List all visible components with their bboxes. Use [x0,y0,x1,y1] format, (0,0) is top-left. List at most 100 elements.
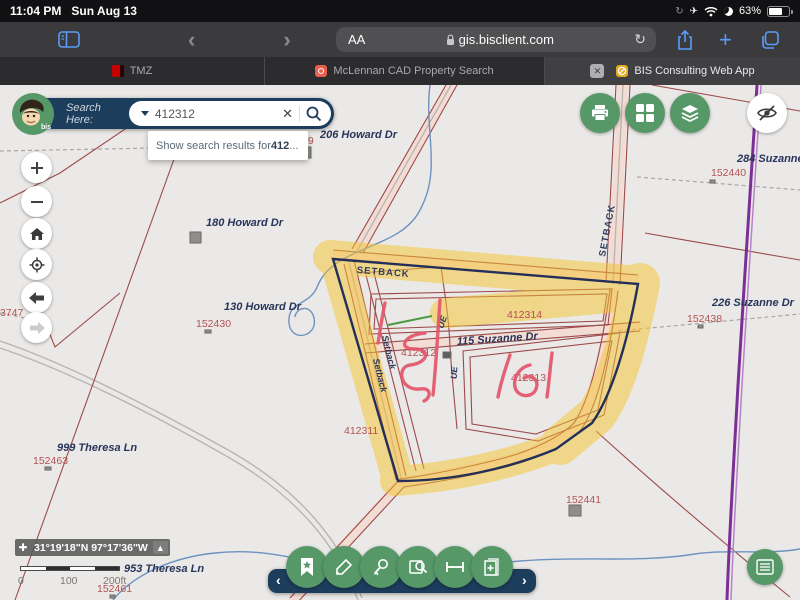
lock-icon [446,34,455,46]
tab-bis-app[interactable]: ✕ BIS Consulting Web App [545,57,800,85]
bookmark-star-icon [299,557,315,577]
grid-icon [636,104,654,122]
street-label: 180 Howard Dr [206,217,284,229]
new-tab-button[interactable]: + [719,27,732,53]
home-button[interactable] [21,218,52,249]
next-extent-button[interactable] [21,312,52,343]
home-icon [29,227,45,241]
tab-tmz[interactable]: TMZ [0,57,265,85]
search-features-icon [371,557,391,577]
tab-label: BIS Consulting Web App [634,65,754,77]
sidebar-icon[interactable] [58,31,80,48]
layers-button[interactable] [670,93,710,133]
back-arrow-icon [29,292,45,304]
street-label: 284 Suzanne D [736,153,800,165]
search-document-icon [408,557,428,577]
tab-label: TMZ [130,65,153,77]
layers-icon [680,103,700,123]
divider [299,106,300,122]
search-input[interactable] [155,107,250,121]
collapse-chevron-icon[interactable]: ▲ [153,541,168,554]
coordinate-bar: ✚ 31°19'18"N 97°17'36"W ▲ [15,539,170,556]
crosshair-icon: ✚ [15,542,31,554]
parcel-label: 152441 [566,494,601,506]
reader-aa-button[interactable]: AA [348,32,365,47]
list-icon [756,559,774,575]
tab-mclennan[interactable]: McLennan CAD Property Search [265,57,545,85]
url-text: gis.bisclient.com [459,32,554,47]
query-button[interactable] [360,546,402,588]
parcel-label: 152440 [711,167,746,179]
locate-button[interactable] [21,249,52,280]
draw-button[interactable] [323,546,365,588]
street-label: 226 Suzanne Dr [711,297,795,309]
toolbar-right-chevron[interactable]: › [522,572,527,588]
search-label: Search Here: [66,102,129,126]
parcel-label: 152463 [33,455,68,467]
parcel-label: 412311 [344,425,378,437]
add-data-button[interactable] [471,546,513,588]
forward-arrow-icon [29,322,45,334]
svg-text:bis: bis [41,124,51,131]
basemap-button[interactable] [625,93,665,133]
scale-mid: 100 [60,575,78,587]
share-icon[interactable] [676,29,694,51]
close-tab-icon[interactable]: ✕ [590,64,604,78]
back-button[interactable]: ‹ [188,30,195,50]
bis-favicon [616,65,628,77]
parcel-label: 3747 [0,307,24,319]
scale-end: 200ft [103,575,126,587]
parcel-label: 152430 [196,318,231,330]
rotation-lock-icon: ↻ [675,6,683,17]
ipad-screen: 11:04 PM Sun Aug 13 ↻ ✈ 63% ‹ [0,0,800,600]
tab-label: McLennan CAD Property Search [333,65,493,77]
mclennan-favicon [315,65,327,77]
identify-button[interactable] [397,546,439,588]
page-plus-icon [483,557,501,577]
bookmarks-button[interactable] [286,546,328,588]
parcel-label: 412314 [507,309,542,321]
street-label: 953 Theresa Ln [124,563,204,575]
battery-percent: 63% [739,5,761,17]
search-input-box[interactable]: ✕ [129,101,331,126]
map-canvas[interactable]: 206 Howard Dr 180 Howard Dr 130 Howard D… [0,85,800,600]
bis-mascot-logo: bis [12,93,54,135]
do-not-disturb-moon-icon [724,7,733,16]
airplane-mode-icon: ✈ [690,6,698,17]
toggle-visibility-button[interactable] [747,93,787,133]
zoom-out-button[interactable] [21,186,52,217]
scale-zero: 0 [18,575,24,587]
search-bar: Search Here: ✕ [26,98,334,129]
suggestion-text: Show search results for [156,140,271,152]
previous-extent-button[interactable] [21,282,52,313]
reload-icon[interactable]: ↻ [634,31,646,48]
eye-off-icon [756,103,778,123]
results-list-button[interactable] [747,549,783,585]
wifi-icon [704,6,718,17]
tmz-favicon [112,65,124,77]
search-suggestion[interactable]: Show search results for 412... [148,131,308,160]
chevron-down-icon[interactable] [141,111,149,116]
printer-icon [590,104,610,122]
forward-button[interactable]: › [283,30,290,50]
clock: 11:04 PM [10,4,61,18]
street-label: 130 Howard Dr [224,301,302,313]
zoom-in-button[interactable] [21,152,52,183]
toolbar-left-chevron[interactable]: ‹ [276,572,281,588]
address-bar[interactable]: AA gis.bisclient.com ↻ [336,27,656,52]
clear-search-icon[interactable]: ✕ [276,106,299,122]
pencil-icon [335,558,353,576]
scale-bar [20,566,120,571]
tab-bar: TMZ McLennan CAD Property Search ✕ BIS C… [0,57,800,85]
parcel-label: 152438 [687,313,722,325]
tabs-icon[interactable] [760,30,780,50]
measure-icon [445,560,465,574]
search-icon[interactable] [305,105,323,123]
measure-button[interactable] [434,546,476,588]
print-button[interactable] [580,93,620,133]
ue-label: UE [449,365,460,379]
status-bar: 11:04 PM Sun Aug 13 ↻ ✈ 63% [0,0,800,22]
street-label: 999 Theresa Ln [57,442,137,454]
battery-icon [767,6,790,17]
street-label: 206 Howard Dr [319,129,398,141]
